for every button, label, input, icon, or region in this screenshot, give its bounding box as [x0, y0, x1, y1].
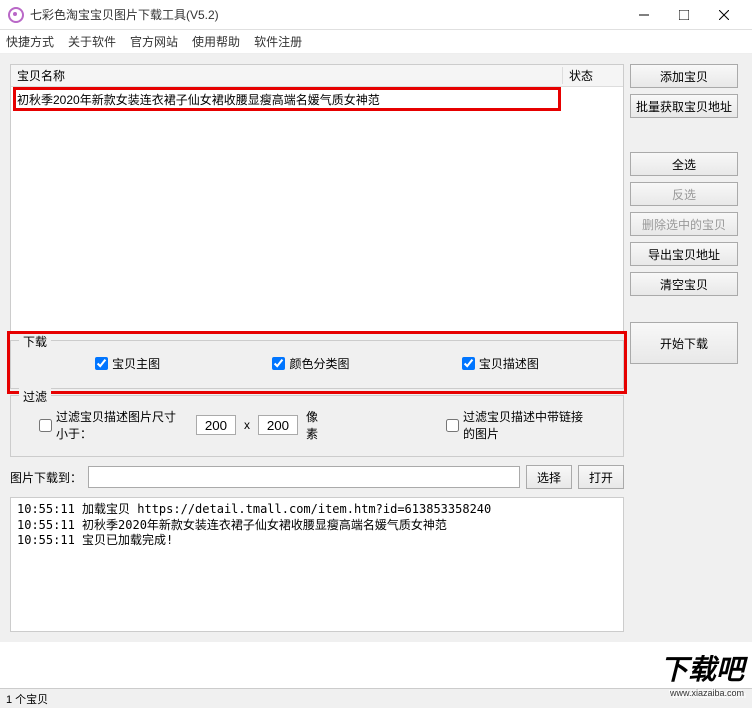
minimize-button[interactable] [624, 1, 664, 29]
batch-get-button[interactable]: 批量获取宝贝地址 [630, 94, 738, 118]
add-item-button[interactable]: 添加宝贝 [630, 64, 738, 88]
main-area: 宝贝名称 状态 初秋季2020年新款女装连衣裙子仙女裙收腰显瘦高端名媛气质女神范… [4, 58, 748, 638]
window-controls [624, 1, 744, 29]
path-label: 图片下载到： [10, 469, 82, 486]
chk-main-image-input[interactable] [95, 357, 108, 370]
chk-filter-link-input[interactable] [446, 419, 459, 432]
log-line: 10:55:11 加载宝贝 https://detail.tmall.com/i… [17, 502, 617, 518]
chk-filter-link[interactable]: 过滤宝贝描述中带链接的图片 [446, 408, 595, 442]
menu-register[interactable]: 软件注册 [254, 33, 302, 50]
table-row[interactable]: 初秋季2020年新款女装连衣裙子仙女裙收腰显瘦高端名媛气质女神范 [11, 89, 623, 110]
menu-website[interactable]: 官方网站 [130, 33, 178, 50]
path-input[interactable] [88, 466, 520, 488]
browse-button[interactable]: 选择 [526, 465, 572, 489]
col-status-header[interactable]: 状态 [563, 67, 623, 84]
chk-desc-image[interactable]: 宝贝描述图 [462, 355, 539, 372]
maximize-button[interactable] [664, 1, 704, 29]
window-title: 七彩色淘宝宝贝图片下载工具(V5.2) [30, 6, 624, 23]
menubar: 快捷方式 关于软件 官方网站 使用帮助 软件注册 [0, 30, 752, 54]
export-button[interactable]: 导出宝贝地址 [630, 242, 738, 266]
menu-shortcut[interactable]: 快捷方式 [6, 33, 54, 50]
start-download-button[interactable]: 开始下载 [630, 322, 738, 364]
log-line: 10:55:11 初秋季2020年新款女装连衣裙子仙女裙收腰显瘦高端名媛气质女神… [17, 518, 617, 534]
chk-color-image[interactable]: 颜色分类图 [272, 355, 349, 372]
download-fieldset: 下载 宝贝主图 颜色分类图 宝贝描述图 [10, 340, 624, 389]
watermark: 下载吧 www.xiazaiba.com [660, 648, 744, 698]
filter-legend: 过滤 [19, 388, 51, 405]
invert-select-button[interactable]: 反选 [630, 182, 738, 206]
delete-selected-button[interactable]: 删除选中的宝贝 [630, 212, 738, 236]
menu-help[interactable]: 使用帮助 [192, 33, 240, 50]
download-path-row: 图片下载到： 选择 打开 [10, 463, 624, 491]
status-count: 1 个宝贝 [6, 694, 48, 706]
filter-x-label: x [244, 418, 250, 432]
chk-desc-image-input[interactable] [462, 357, 475, 370]
statusbar: 1 个宝贝 [0, 688, 752, 708]
col-name-header[interactable]: 宝贝名称 [11, 67, 563, 84]
clear-button[interactable]: 清空宝贝 [630, 272, 738, 296]
open-button[interactable]: 打开 [578, 465, 624, 489]
select-all-button[interactable]: 全选 [630, 152, 738, 176]
menu-about[interactable]: 关于软件 [68, 33, 116, 50]
log-output[interactable]: 10:55:11 加载宝贝 https://detail.tmall.com/i… [10, 497, 624, 632]
titlebar: 七彩色淘宝宝贝图片下载工具(V5.2) [0, 0, 752, 30]
chk-filter-size-input[interactable] [39, 419, 52, 432]
item-table: 宝贝名称 状态 初秋季2020年新款女装连衣裙子仙女裙收腰显瘦高端名媛气质女神范 [10, 64, 624, 334]
filter-height-input[interactable] [258, 415, 298, 435]
filter-px-label: 像素 [306, 408, 327, 442]
chk-filter-size[interactable]: 过滤宝贝描述图片尺寸小于： [39, 408, 188, 442]
download-legend: 下载 [19, 333, 51, 350]
filter-width-input[interactable] [196, 415, 236, 435]
close-button[interactable] [704, 1, 744, 29]
log-line: 10:55:11 宝贝已加载完成! [17, 533, 617, 549]
chk-color-image-input[interactable] [272, 357, 285, 370]
app-icon [8, 7, 24, 23]
chk-main-image[interactable]: 宝贝主图 [95, 355, 160, 372]
filter-fieldset: 过滤 过滤宝贝描述图片尺寸小于： x 像素 过滤宝贝描述中带链接的图片 [10, 395, 624, 457]
side-buttons: 添加宝贝 批量获取宝贝地址 全选 反选 删除选中的宝贝 导出宝贝地址 清空宝贝 … [630, 64, 742, 632]
